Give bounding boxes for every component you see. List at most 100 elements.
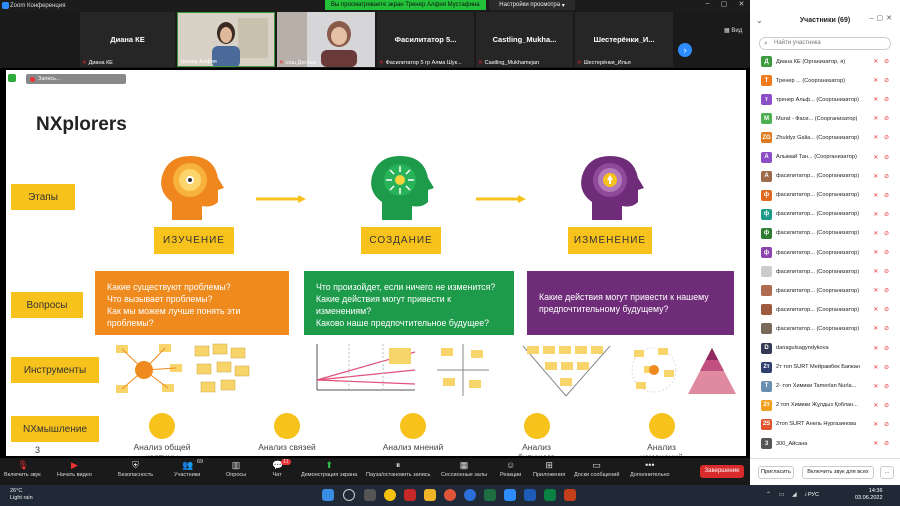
panel-window-controls[interactable]: –▢✕ [870, 14, 895, 22]
chrome-icon[interactable] [384, 489, 396, 501]
zoom-icon[interactable] [504, 489, 516, 501]
word-icon[interactable] [524, 489, 536, 501]
edge-icon[interactable] [464, 489, 476, 501]
more-button[interactable]: ••• Дополнительно [630, 460, 670, 478]
excel-icon[interactable] [484, 489, 496, 501]
future-icon [524, 413, 550, 439]
participant-row[interactable]: 3 300_Айсана ✕ ⊘ [750, 434, 900, 453]
participant-name: 2- топ Химики Tamerlan Nurla... [776, 383, 857, 390]
breakout-rooms-button[interactable]: ▦ Сессионные залы [441, 460, 487, 478]
reactions-button[interactable]: ☺ Реакции [500, 460, 521, 478]
participant-row[interactable]: фасилитатор... (Соорганизатор) ✕ ⊘ [750, 300, 900, 319]
participant-row[interactable]: ф фасилитатор... (Соорганизатор) ✕ ⊘ [750, 243, 900, 262]
view-button[interactable]: ▦ Вид [724, 27, 742, 34]
unmute-button[interactable]: 🎙 Включить звук [4, 460, 41, 478]
participant-row[interactable]: Т Тренер ... (Соорганизатор) ✕ ⊘ [750, 71, 900, 90]
tile-label: Фасилитатор 5 гр Алма Шук... [385, 60, 462, 66]
view-options-button[interactable]: Настройки просмотра ▾ [489, 0, 575, 10]
maximize-icon[interactable]: ▢ [721, 0, 728, 11]
arrow-right-icon [256, 195, 306, 203]
end-meeting-button[interactable]: Завершение [700, 465, 744, 478]
pdf-reader-icon[interactable] [404, 489, 416, 501]
participant-row[interactable]: 2т 2 топ Химики Жұлдыз Қоблан... ✕ ⊘ [750, 396, 900, 415]
row-label-tools: Инструменты [11, 357, 99, 383]
video-tile[interactable]: Диана КЕ ✕ Диана КЕ [80, 12, 175, 67]
whiteboards-button[interactable]: ▭ Доски сообщений [574, 460, 619, 478]
participant-row[interactable]: А Алымай Тан... (Соорганизатор) ✕ ⊘ [750, 148, 900, 167]
participant-name: Murat - Фаси... (Соорганизатор) [776, 115, 858, 122]
mic-muted-icon: ✕ [82, 60, 87, 66]
mic-off-icon: 🎙 [17, 460, 29, 470]
video-tile[interactable]: тренер Алфия [177, 12, 275, 67]
participant-row[interactable]: фасилитатор... (Соорганизатор) ✕ ⊘ [750, 262, 900, 281]
video-tile[interactable]: Фасилитатор 5... ✕ Фасилитатор 5 гр Алма … [377, 12, 474, 67]
tool-pyramid-image [688, 348, 736, 394]
tool-cloud-image [631, 347, 677, 393]
participant-row[interactable]: 2т 2т топ SURT Мейрамбек Бағжан ✕ ⊘ [750, 358, 900, 377]
toolbar-label: Включить звук [4, 472, 41, 478]
avatar: Д [761, 56, 772, 67]
participant-row[interactable]: Т 2- топ Химики Tamerlan Nurla... ✕ ⊘ [750, 377, 900, 396]
muted-status-icons: ✕ ⊘ [873, 269, 891, 276]
search-icon: ⌕ [764, 40, 768, 47]
participant-row[interactable]: ф фасилитатор... (Соорганизатор) ✕ ⊘ [750, 224, 900, 243]
participant-name: Алымай Тан... (Соорганизатор) [776, 154, 857, 160]
participant-name: Тренер ... (Соорганизатор) [776, 77, 846, 84]
invite-button[interactable]: Пригласить [758, 466, 794, 479]
pause-recording-button[interactable]: ⏸ Пауза/остановить запись [366, 460, 430, 478]
video-tile[interactable]: Castling_Mukha... ✕ Castling_Mukhamejan [476, 12, 573, 67]
participant-row[interactable]: фасилитатор... (Соорганизатор) ✕ ⊘ [750, 281, 900, 300]
question-text: Что произойдет, если ничего не изменится… [316, 282, 496, 328]
avatar [761, 266, 772, 278]
file-explorer-icon[interactable] [424, 489, 436, 501]
system-tray[interactable]: ⌃ ▭ ◢ ♪ [766, 491, 810, 498]
next-page-arrow-icon[interactable]: › [678, 43, 692, 57]
tile-name: Диана КЕ [110, 35, 145, 44]
recording-indicator[interactable]: Запись... [26, 74, 126, 84]
head-orange-icon [161, 156, 224, 220]
more-options-button[interactable]: … [880, 466, 894, 479]
participant-row[interactable]: Д Диана КЕ (Организатор, я) ✕ ⊘ [750, 52, 900, 71]
opera-icon[interactable] [444, 489, 456, 501]
avatar: 2S [761, 418, 772, 430]
search-icon[interactable] [343, 489, 355, 501]
task-view-icon[interactable] [364, 489, 376, 501]
start-video-button[interactable]: ▶ Начать видео [57, 460, 92, 478]
security-button[interactable]: ⛨ Безопасность [118, 460, 153, 478]
clock[interactable]: 14:36 03.06.2022 [855, 488, 883, 502]
share-screen-button[interactable]: ⬆ Демонстрация экрана [301, 460, 357, 478]
tool-matrix-image [437, 344, 489, 396]
close-icon[interactable]: ✕ [739, 0, 745, 11]
apps-button[interactable]: ⊞ Приложения [533, 460, 565, 478]
toolbar-label: Демонстрация экрана [301, 472, 358, 478]
participant-search-input[interactable]: ⌕ Найти участника [759, 37, 891, 50]
input-language[interactable]: РУС [808, 492, 819, 498]
head-green-icon [371, 156, 434, 220]
participant-row[interactable]: Aфасилитатор... (Соорганизатор) ✕ ⊘ [750, 167, 900, 186]
participant-row[interactable]: ZG Zhuldyz Galia... (Соорганизатор) ✕ ⊘ [750, 128, 900, 147]
head-purple-icon [581, 156, 644, 220]
participant-row[interactable]: 2S 2топ SURT Анель Нургазинова ✕ ⊘ [750, 415, 900, 434]
minimize-icon[interactable]: – [706, 0, 710, 11]
start-icon[interactable] [322, 489, 334, 501]
app-icon[interactable] [544, 489, 556, 501]
unmute-all-button[interactable]: Включить звук для всех [802, 466, 874, 479]
participant-row[interactable]: ф фасилитатор... (Соорганизатор) ✕ ⊘ [750, 205, 900, 224]
nx-thinking-label: Анализ связей [258, 442, 316, 452]
stage-change: ИЗМЕНЕНИЕ [568, 227, 652, 254]
avatar: т [761, 94, 772, 106]
polls-button[interactable]: ▥ Опросы [226, 460, 246, 478]
video-tile[interactable]: Шестерёнки_И... ✕ Шестерёнки_Илья [575, 12, 673, 67]
participant-row[interactable]: Ddanagulsagyndykova ✕ ⊘ [750, 339, 900, 358]
participant-row[interactable]: т тренер Альф... (Соорганизатор) ✕ ⊘ [750, 90, 900, 109]
participant-row[interactable]: ф фасилитатор... (Соорганизатор) ✕ ⊘ [750, 186, 900, 205]
avatar: Т [761, 75, 772, 87]
weather-widget[interactable]: 26°C Light rain [10, 488, 33, 502]
tile-label: тренер Алфия [180, 59, 217, 65]
participant-row[interactable]: M Murat - Фаси... (Соорганизатор) ✕ ⊘ [750, 109, 900, 128]
powerpoint-icon[interactable] [564, 489, 576, 501]
tile-label: Диана КЕ [88, 60, 113, 66]
video-tile[interactable]: ✕ сош Достык [277, 12, 375, 67]
participant-name: Zhuldyz Galia... (Соорганизатор) [776, 134, 860, 141]
participant-row[interactable]: фасилитатор... (Соорганизатор) ✕ ⊘ [750, 319, 900, 338]
